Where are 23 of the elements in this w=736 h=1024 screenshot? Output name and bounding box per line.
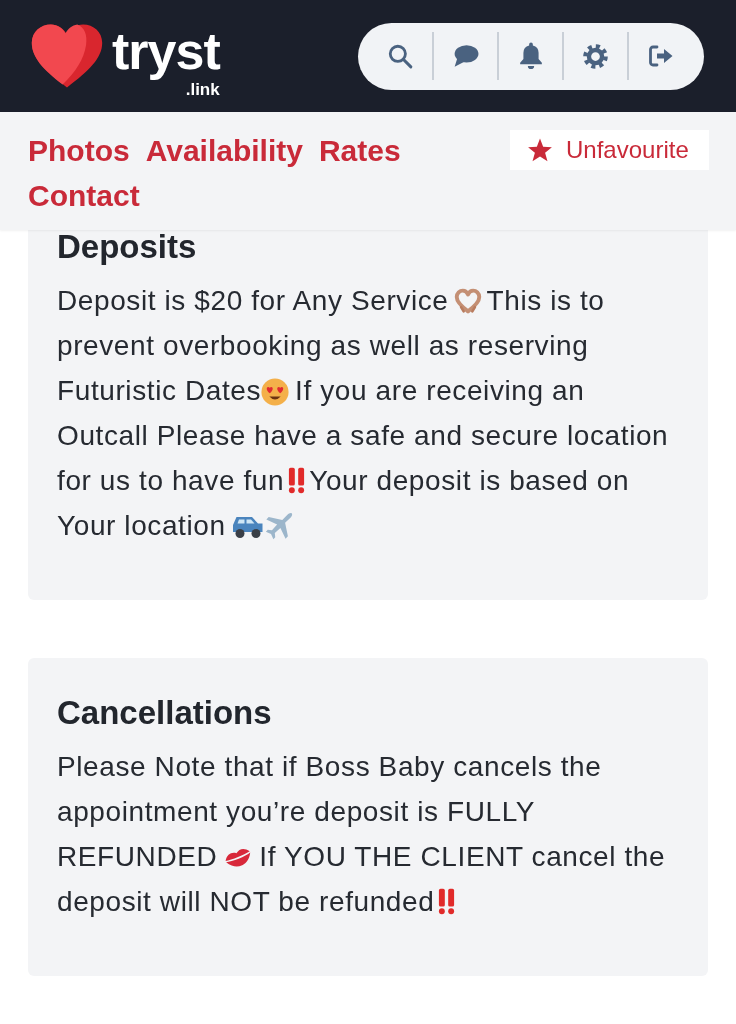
- heart-eyes-face-icon: [261, 378, 290, 406]
- nav-link[interactable]: Rates: [318, 128, 401, 173]
- heart-hands-icon: [453, 288, 482, 314]
- double-exclamation-icon: [438, 888, 456, 915]
- heart-icon: [30, 23, 104, 89]
- unfavourite-button[interactable]: Unfavourite: [510, 130, 709, 170]
- airplane-icon: [263, 511, 294, 541]
- star-icon: [527, 137, 553, 163]
- double-exclamation-icon: [288, 467, 306, 494]
- search-icon: [386, 43, 413, 69]
- logout-icon: [647, 44, 674, 68]
- logo-wordmark: tryst: [112, 20, 220, 81]
- bell-icon: [518, 42, 543, 70]
- gear-icon: [583, 43, 608, 69]
- section-heading: Cancellations: [57, 696, 273, 729]
- paragraph-text: Deposit is $20 for Any Service This is to prevent overbooking as well as reserving Futuristic Dates If you are receiving an Outcall Please have a safe and secure location for us to have fun Your deposit is based on Your location: [57, 284, 670, 543]
- nav-link[interactable]: Photos: [28, 128, 130, 173]
- chat-bubble-icon: [452, 44, 479, 68]
- logo-domain: .link: [185, 80, 220, 98]
- section-heading: Deposits: [57, 230, 198, 263]
- paragraph-text: Please Note that if Boss Baby cancels the appointment you’re deposit is FULLY REFUNDED If YOU THE CLIENT cancel the deposit will NOT be refunded: [57, 750, 667, 919]
- nav-link[interactable]: Contact: [28, 173, 140, 218]
- nav-link[interactable]: Availability: [145, 128, 303, 173]
